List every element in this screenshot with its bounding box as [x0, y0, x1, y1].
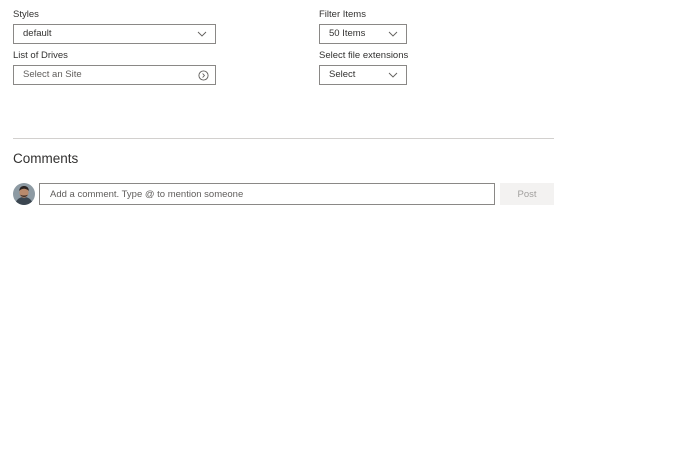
post-button[interactable]: Post — [500, 183, 554, 205]
file-extensions-dropdown[interactable]: Select — [319, 65, 407, 85]
filter-items-value: 50 Items — [329, 28, 366, 39]
file-extensions-value: Select — [329, 69, 356, 80]
filter-items-label: Filter Items — [319, 9, 366, 20]
drives-label: List of Drives — [13, 50, 68, 61]
section-divider — [13, 138, 554, 139]
chevron-down-icon — [388, 31, 398, 37]
chevron-down-icon — [388, 72, 398, 78]
user-avatar — [13, 183, 35, 205]
comments-heading: Comments — [13, 151, 79, 166]
styles-dropdown[interactable]: default — [13, 24, 216, 44]
file-extensions-label: Select file extensions — [319, 50, 409, 61]
chevron-down-icon — [197, 31, 207, 37]
info-circle-icon — [198, 70, 209, 81]
drives-dropdown[interactable]: Select an Site — [13, 65, 216, 85]
drives-dropdown-placeholder: Select an Site — [23, 69, 82, 80]
comment-input[interactable] — [39, 183, 495, 205]
filter-items-dropdown[interactable]: 50 Items — [319, 24, 407, 44]
styles-label: Styles — [13, 9, 39, 20]
styles-dropdown-value: default — [23, 28, 52, 39]
